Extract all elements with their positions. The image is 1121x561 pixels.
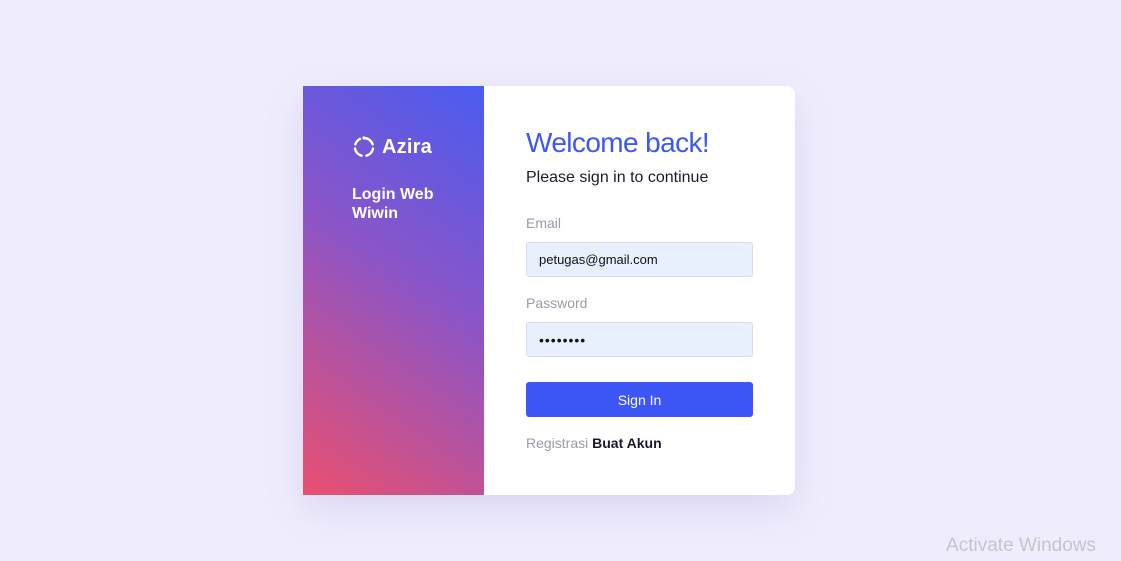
create-account-link[interactable]: Buat Akun — [592, 435, 661, 451]
password-label: Password — [526, 295, 588, 311]
brand-name: Azira — [382, 135, 432, 158]
register-text: Registrasi — [526, 435, 589, 451]
sign-in-button[interactable]: Sign In — [526, 382, 753, 417]
logo: Azira — [352, 135, 432, 159]
email-label: Email — [526, 215, 562, 231]
login-form-panel: Welcome back! Please sign in to continue… — [484, 86, 795, 495]
email-field[interactable] — [526, 242, 753, 277]
brand-panel: Azira Login Web Wiwin — [303, 86, 484, 495]
brand-tagline: Login Web Wiwin — [352, 186, 434, 222]
spinner-icon — [353, 136, 375, 157]
activate-windows-watermark: Activate Windows — [946, 535, 1096, 556]
login-card: Azira Login Web Wiwin Welcome back! Plea… — [303, 86, 795, 495]
password-field[interactable] — [526, 322, 753, 357]
page-subtitle: Please sign in to continue — [526, 169, 709, 186]
register-row: Registrasi Buat Akun — [526, 435, 662, 451]
page-title: Welcome back! — [526, 127, 710, 158]
